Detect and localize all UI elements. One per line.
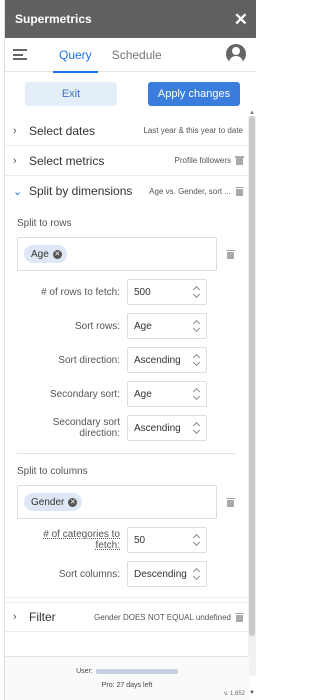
dimension-chip: Age ✕ <box>24 245 67 263</box>
section-filter[interactable]: › Filter Gender DOES NOT EQUAL undefined <box>5 602 249 632</box>
footer: User: Pro: 27 days left v. 1.652 <box>5 656 249 700</box>
section-summary: Gender DOES NOT EQUAL undefined <box>94 612 231 622</box>
sort-direction-row: Sort direction: Ascending <box>17 347 249 373</box>
option-label: Sort columns: <box>58 568 120 580</box>
trash-icon[interactable] <box>226 249 235 259</box>
section-summary: Last year & this year to date <box>143 126 243 135</box>
select-arrows-icon <box>194 320 200 332</box>
option-label: Sort direction: <box>58 354 120 366</box>
option-label: # of categories to fetch: <box>17 529 127 551</box>
user-label: User: <box>76 668 93 675</box>
section-label: Select dates <box>29 123 96 138</box>
secondary-sort-direction-select[interactable]: Ascending <box>127 415 207 441</box>
tab-bar: Query Schedule <box>5 38 256 73</box>
section-select-dates[interactable]: › Select dates Last year & this year to … <box>5 116 249 146</box>
select-arrows-icon <box>194 568 200 580</box>
trash-icon[interactable] <box>235 156 244 165</box>
columns-dimension-field[interactable]: Gender ✕ <box>17 485 217 519</box>
select-arrows-icon <box>194 534 200 546</box>
sort-direction-select[interactable]: Ascending <box>127 347 207 373</box>
scrollbar[interactable] <box>248 116 256 676</box>
close-icon[interactable]: ✕ <box>234 11 248 28</box>
select-value: 50 <box>134 534 146 546</box>
action-bar: Exit Apply changes <box>5 72 256 116</box>
rows-to-fetch-row: # of rows to fetch: 500 <box>17 279 249 305</box>
scroll-up-icon[interactable]: ▲ <box>249 110 255 116</box>
exit-button[interactable]: Exit <box>25 82 117 106</box>
section-label: Split by dimensions <box>29 184 133 198</box>
pro-status: Pro: 27 days left <box>101 682 153 689</box>
split-to-rows-label: Split to rows <box>17 218 72 229</box>
user-line: User: <box>5 668 249 675</box>
dimension-chip: Gender ✕ <box>24 493 83 511</box>
select-value: Ascending <box>134 422 181 434</box>
hamburger-icon[interactable] <box>13 49 27 60</box>
chip-remove-icon[interactable]: ✕ <box>52 249 62 259</box>
account-icon[interactable] <box>226 44 246 64</box>
section-split-by-dimensions[interactable]: ⌄ Split by dimensions Age vs. Gender, so… <box>5 176 249 206</box>
secondary-sort-direction-row: Secondary sort direction: Ascending <box>17 415 249 441</box>
option-label: Secondary sort direction: <box>52 417 120 439</box>
option-label-text: # of categories to fetch: <box>43 529 120 551</box>
sort-rows-select[interactable]: Age <box>127 313 207 339</box>
select-value: Age <box>134 320 152 332</box>
trash-icon[interactable] <box>235 186 244 196</box>
categories-to-fetch-select[interactable]: 50 <box>127 527 207 553</box>
sidebar-panel: Supermetrics ✕ Query Schedule Exit Apply… <box>4 0 256 700</box>
option-label: Secondary sort: <box>49 388 120 400</box>
version-label: v. 1.652 <box>224 691 245 697</box>
tab-schedule[interactable]: Schedule <box>102 38 172 72</box>
chip-label: Age <box>31 248 49 260</box>
select-value: Descending <box>134 568 187 580</box>
select-arrows-icon <box>194 388 200 400</box>
chevron-right-icon: › <box>13 611 17 623</box>
split-dimensions-panel: Split to rows Age ✕ # of rows to fetch: … <box>5 206 249 598</box>
sort-columns-select[interactable]: Descending <box>127 561 207 587</box>
secondary-sort-row: Secondary sort: Age <box>17 381 249 407</box>
section-label: Filter <box>29 610 56 624</box>
apply-changes-button[interactable]: Apply changes <box>148 82 240 106</box>
section-select-metrics[interactable]: › Select metrics Profile followers <box>5 146 249 176</box>
chevron-right-icon: › <box>13 154 17 167</box>
tab-query[interactable]: Query <box>49 38 102 73</box>
trash-icon[interactable] <box>235 612 244 622</box>
section-summary: Profile followers <box>174 156 231 165</box>
sort-rows-row: Sort rows: Age <box>17 313 249 339</box>
redacted-email <box>95 668 178 674</box>
select-arrows-icon <box>194 286 200 298</box>
chevron-down-icon: ⌄ <box>13 185 23 198</box>
secondary-sort-select[interactable]: Age <box>127 381 207 407</box>
categories-to-fetch-row: # of categories to fetch: 50 <box>17 527 249 553</box>
title-bar: Supermetrics ✕ <box>5 0 256 38</box>
chevron-right-icon: › <box>13 124 17 137</box>
option-label: # of rows to fetch: <box>41 286 120 298</box>
select-value: Age <box>134 388 152 400</box>
section-label: Select metrics <box>29 153 105 168</box>
chip-label: Gender <box>31 496 65 508</box>
select-value: 500 <box>134 286 151 298</box>
select-arrows-icon <box>194 422 200 434</box>
option-label: Sort rows: <box>74 320 120 332</box>
split-to-columns-label: Split to columns <box>17 466 88 477</box>
select-value: Ascending <box>134 354 181 366</box>
trash-icon[interactable] <box>226 497 235 507</box>
section-summary: Age vs. Gender, sort ... <box>149 186 231 196</box>
app-title: Supermetrics <box>15 12 92 26</box>
query-sections: › Select dates Last year & this year to … <box>5 116 249 656</box>
sort-columns-row: Sort columns: Descending <box>17 561 249 587</box>
scroll-down-icon[interactable]: ▼ <box>249 690 255 696</box>
rows-dimension-field[interactable]: Age ✕ <box>17 237 217 271</box>
select-arrows-icon <box>194 354 200 366</box>
scrollbar-thumb[interactable] <box>249 116 255 636</box>
chip-remove-icon[interactable]: ✕ <box>68 497 78 507</box>
rows-to-fetch-select[interactable]: 500 <box>127 279 207 305</box>
